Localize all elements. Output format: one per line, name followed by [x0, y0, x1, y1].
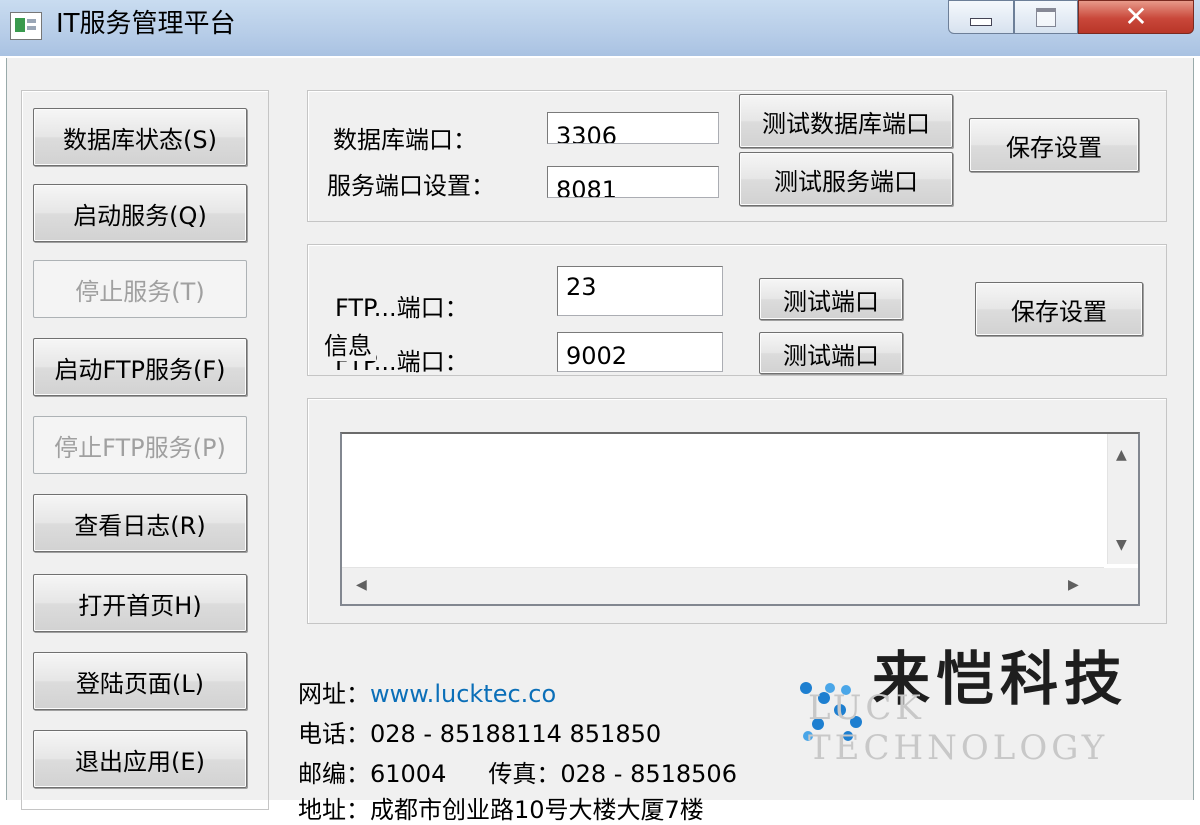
- maximize-icon: [1036, 7, 1056, 27]
- website-label: 网址：: [298, 680, 370, 708]
- close-button[interactable]: ✕: [1078, 0, 1194, 34]
- minimize-button[interactable]: [948, 0, 1014, 34]
- close-icon: ✕: [1124, 0, 1148, 33]
- minimize-icon: [970, 18, 992, 26]
- scroll-up-icon[interactable]: ▲: [1116, 448, 1127, 462]
- view-log-button[interactable]: 查看日志(R): [33, 494, 247, 552]
- window-controls: ✕: [948, 0, 1196, 36]
- ftp-port1-label: FTP...端口：: [335, 294, 469, 322]
- stop-service-button[interactable]: 停止服务(T): [33, 260, 247, 318]
- test-db-port-button[interactable]: 测试数据库端口: [739, 94, 953, 148]
- login-page-button[interactable]: 登陆页面(L): [33, 652, 247, 710]
- start-ftp-service-button[interactable]: 启动FTP服务(F): [33, 338, 247, 396]
- scroll-corner: [1104, 568, 1138, 604]
- vertical-scrollbar[interactable]: ▲ ▼: [1107, 434, 1138, 564]
- db-port-input[interactable]: 3306: [547, 112, 719, 144]
- save-ftp-settings-button[interactable]: 保存设置: [975, 282, 1143, 336]
- test-ftp-port1-button[interactable]: 测试端口: [759, 278, 903, 320]
- info-textarea[interactable]: ▲ ▼ ◀ ▶: [340, 432, 1140, 606]
- address-line: 地址：成都市创业路10号大楼大厦7楼: [298, 796, 704, 824]
- start-service-button[interactable]: 启动服务(Q): [33, 184, 247, 242]
- info-legend: 信息: [320, 326, 376, 361]
- scroll-right-icon[interactable]: ▶: [1068, 578, 1079, 592]
- test-service-port-button[interactable]: 测试服务端口: [739, 152, 953, 206]
- test-ftp-port2-button[interactable]: 测试端口: [759, 332, 903, 374]
- maximize-button[interactable]: [1014, 0, 1078, 34]
- app-icon: [10, 12, 42, 40]
- db-status-button[interactable]: 数据库状态(S): [33, 108, 247, 166]
- title-bar: IT服务管理平台 ✕: [0, 0, 1200, 56]
- fax-label: 传真：028 - 8518506: [488, 760, 737, 788]
- zip-label: 邮编：61004: [298, 760, 447, 788]
- horizontal-scrollbar[interactable]: ◀ ▶: [342, 567, 1104, 604]
- window-title: IT服务管理平台: [56, 9, 236, 39]
- logo-text-en: LUCK TECHNOLOGY: [808, 688, 1109, 768]
- ftp-port1-input[interactable]: 23: [557, 266, 723, 316]
- save-db-settings-button[interactable]: 保存设置: [969, 118, 1139, 172]
- open-homepage-button[interactable]: 打开首页H): [33, 574, 247, 632]
- zip-fax-line: 邮编：61004 传真：028 - 8518506: [298, 754, 737, 789]
- scroll-down-icon[interactable]: ▼: [1116, 538, 1127, 552]
- website-link[interactable]: www.lucktec.co: [370, 680, 556, 708]
- company-logo: 来恺科技 LUCK TECHNOLOGY: [796, 622, 1176, 768]
- service-port-label: 服务端口设置：: [327, 172, 495, 200]
- stop-ftp-service-button[interactable]: 停止FTP服务(P): [33, 416, 247, 474]
- exit-app-button[interactable]: 退出应用(E): [33, 730, 247, 788]
- scroll-left-icon[interactable]: ◀: [356, 578, 367, 592]
- website-line: 网址：www.lucktec.co: [298, 674, 556, 709]
- ftp-port2-input[interactable]: 9002: [557, 332, 723, 372]
- service-port-input[interactable]: 8081: [547, 166, 719, 198]
- db-port-label: 数据库端口：: [333, 126, 477, 154]
- phone-line: 电话：028 - 85188114 851850: [298, 720, 662, 748]
